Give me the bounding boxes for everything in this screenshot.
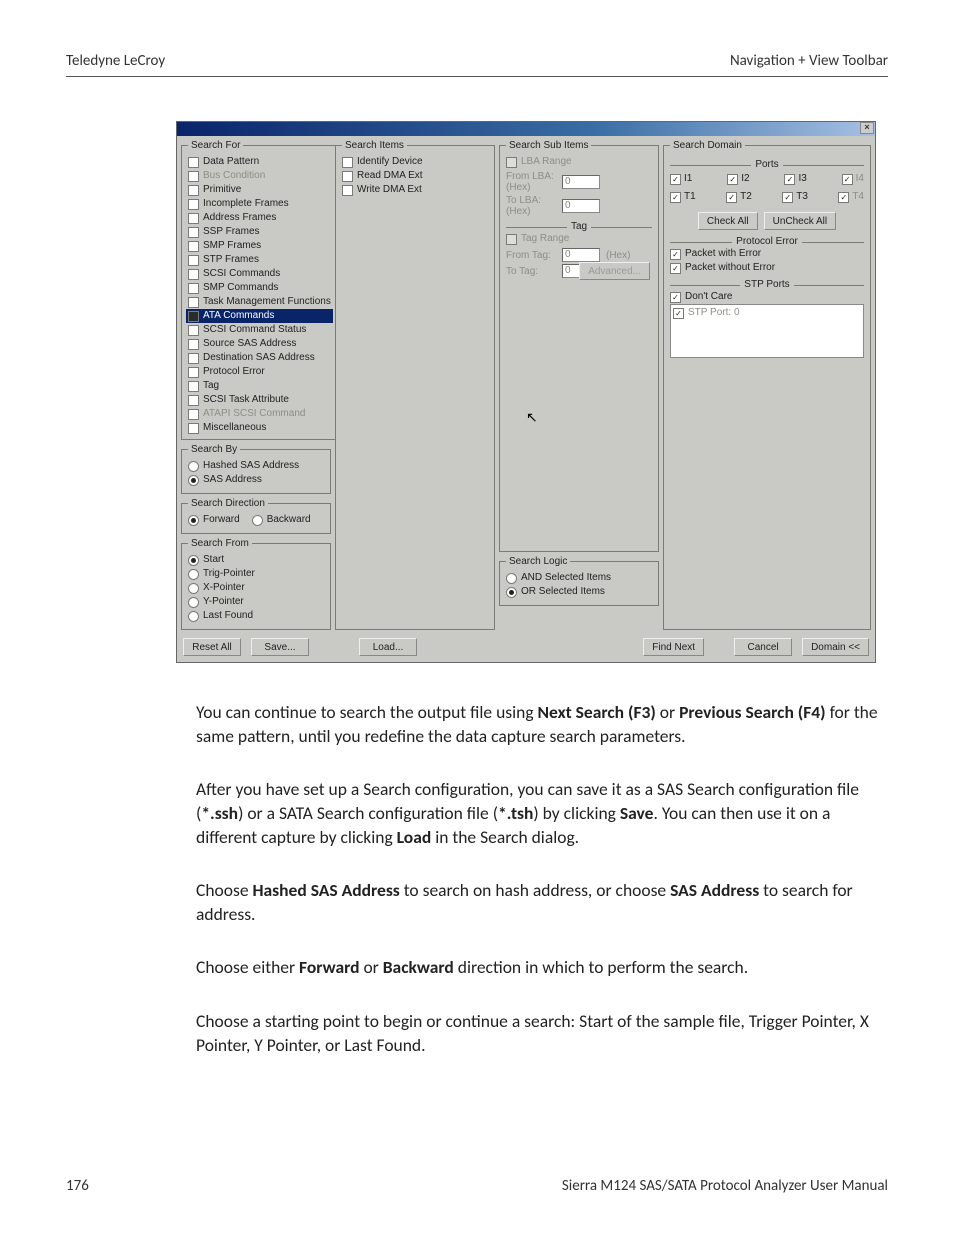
paragraph: Choose either Forward or Backward direct… <box>196 956 888 980</box>
tag-range-check[interactable]: Tag Range <box>506 232 652 246</box>
packet-without-error[interactable]: ✓Packet without Error <box>670 261 864 275</box>
page-number: 176 <box>66 1177 89 1195</box>
to-lba-input[interactable]: 0 <box>562 199 600 213</box>
cancel-button[interactable]: Cancel <box>734 638 792 656</box>
sf-item[interactable]: Source SAS Address <box>188 337 331 351</box>
port-t1[interactable]: ✓T1 <box>670 190 696 204</box>
sf-item[interactable]: Task Management Functions <box>188 295 331 309</box>
logic-and[interactable]: AND Selected Items <box>506 571 652 585</box>
search-direction-group: Search Direction Forward Backward <box>181 498 331 534</box>
search-items-legend: Search Items <box>342 140 407 151</box>
advanced-button[interactable]: Advanced... <box>579 262 650 280</box>
reset-all-button[interactable]: Reset All <box>183 638 241 656</box>
from-y[interactable]: Y-Pointer <box>188 595 324 609</box>
search-logic-group: Search Logic AND Selected Items OR Selec… <box>499 556 659 606</box>
sf-item[interactable]: Destination SAS Address <box>188 351 331 365</box>
ports-legend: Ports <box>751 159 782 170</box>
page-footer: 176 Sierra M124 SAS/SATA Protocol Analyz… <box>66 1177 888 1195</box>
sf-item[interactable]: Tag <box>188 379 331 393</box>
sf-item[interactable]: SMP Commands <box>188 281 331 295</box>
from-x[interactable]: X-Pointer <box>188 581 324 595</box>
port-i4[interactable]: ✓I4 <box>842 172 864 186</box>
dir-forward[interactable]: Forward <box>188 513 240 527</box>
search-for-group: Search For Data Pattern Bus Condition Pr… <box>181 140 338 440</box>
cursor-icon: ↖ <box>526 409 538 426</box>
port-t2[interactable]: ✓T2 <box>726 190 752 204</box>
header-right: Navigation + View Toolbar <box>730 52 888 70</box>
paragraph: You can continue to search the output fi… <box>196 701 888 748</box>
uncheck-all-button[interactable]: UnCheck All <box>764 212 836 230</box>
dir-backward[interactable]: Backward <box>252 513 311 527</box>
protocol-error-legend: Protocol Error <box>732 236 802 247</box>
dialog-buttons: Reset All Save... Load... Find Next Canc… <box>177 634 875 662</box>
close-icon[interactable]: × <box>860 122 874 134</box>
from-tag-input[interactable]: 0 <box>562 248 600 262</box>
find-next-button[interactable]: Find Next <box>643 638 704 656</box>
port-i2[interactable]: ✓I2 <box>727 172 749 186</box>
search-domain-group: Search Domain Ports ✓I1 ✓I2 ✓I3 ✓I4 ✓T1 … <box>663 140 871 630</box>
sf-item[interactable]: Incomplete Frames <box>188 197 331 211</box>
search-domain-legend: Search Domain <box>670 140 745 151</box>
check-all-button[interactable]: Check All <box>698 212 758 230</box>
search-from-legend: Search From <box>188 538 252 549</box>
sf-item[interactable]: Protocol Error <box>188 365 331 379</box>
page-header: Teledyne LeCroy Navigation + View Toolba… <box>66 52 888 77</box>
search-items-group: Search Items Identify Device Read DMA Ex… <box>335 140 495 630</box>
titlebar: × <box>177 122 875 136</box>
manual-title: Sierra M124 SAS/SATA Protocol Analyzer U… <box>562 1177 888 1195</box>
port-i3[interactable]: ✓I3 <box>784 172 806 186</box>
from-trig[interactable]: Trig-Pointer <box>188 567 324 581</box>
si-item[interactable]: Identify Device <box>342 155 488 169</box>
from-last[interactable]: Last Found <box>188 609 324 623</box>
si-item[interactable]: Read DMA Ext <box>342 169 488 183</box>
search-by-legend: Search By <box>188 444 240 455</box>
body-text: You can continue to search the output fi… <box>66 701 888 1057</box>
from-start[interactable]: Start <box>188 553 324 567</box>
sf-item[interactable]: SCSI Commands <box>188 267 331 281</box>
sf-item[interactable]: Data Pattern <box>188 155 331 169</box>
search-sub-items-legend: Search Sub Items <box>506 140 591 151</box>
sf-item[interactable]: SCSI Command Status <box>188 323 331 337</box>
paragraph: Choose a starting point to begin or cont… <box>196 1010 888 1057</box>
search-logic-legend: Search Logic <box>506 556 570 567</box>
sf-item[interactable]: ATAPI SCSI Command <box>188 407 331 421</box>
sf-item[interactable]: SSP Frames <box>188 225 331 239</box>
stp-port-list[interactable]: ✓STP Port: 0 <box>670 304 864 358</box>
packet-with-error[interactable]: ✓Packet with Error <box>670 247 864 261</box>
save-button[interactable]: Save... <box>251 638 309 656</box>
domain-button[interactable]: Domain << <box>802 638 869 656</box>
search-from-group: Search From Start Trig-Pointer X-Pointer… <box>181 538 331 630</box>
lba-range-check[interactable]: LBA Range <box>506 155 652 169</box>
load-button[interactable]: Load... <box>359 638 417 656</box>
search-sub-items-group: Search Sub Items LBA Range From LBA: (He… <box>499 140 659 552</box>
stp-ports-legend: STP Ports <box>740 279 793 290</box>
port-t4[interactable]: ✓T4 <box>838 190 864 204</box>
paragraph: Choose Hashed SAS Address to search on h… <box>196 879 888 926</box>
sf-item[interactable]: SMP Frames <box>188 239 331 253</box>
sf-item[interactable]: Primitive <box>188 183 331 197</box>
si-item[interactable]: Write DMA Ext <box>342 183 488 197</box>
search-by-hashed[interactable]: Hashed SAS Address <box>188 459 324 473</box>
sf-item-selected[interactable]: ATA Commands <box>186 309 333 323</box>
port-i1[interactable]: ✓I1 <box>670 172 692 186</box>
sf-item[interactable]: STP Frames <box>188 253 331 267</box>
search-for-legend: Search For <box>188 140 243 151</box>
search-by-sas[interactable]: SAS Address <box>188 473 324 487</box>
logic-or[interactable]: OR Selected Items <box>506 585 652 599</box>
sf-item[interactable]: Address Frames <box>188 211 331 225</box>
stp-port-0[interactable]: ✓STP Port: 0 <box>673 306 861 320</box>
dont-care-check[interactable]: ✓Don't Care <box>670 290 864 304</box>
tag-legend: Tag <box>567 221 591 232</box>
sf-item[interactable]: Bus Condition <box>188 169 331 183</box>
search-by-group: Search By Hashed SAS Address SAS Address <box>181 444 331 494</box>
from-lba-input[interactable]: 0 <box>562 175 600 189</box>
header-left: Teledyne LeCroy <box>66 52 165 70</box>
sf-item[interactable]: SCSI Task Attribute <box>188 393 331 407</box>
sf-item[interactable]: Miscellaneous <box>188 421 331 435</box>
port-t3[interactable]: ✓T3 <box>782 190 808 204</box>
paragraph: After you have set up a Search configura… <box>196 778 888 849</box>
search-direction-legend: Search Direction <box>188 498 268 509</box>
search-dialog: × Search For Data Pattern Bus Condition … <box>176 121 876 663</box>
